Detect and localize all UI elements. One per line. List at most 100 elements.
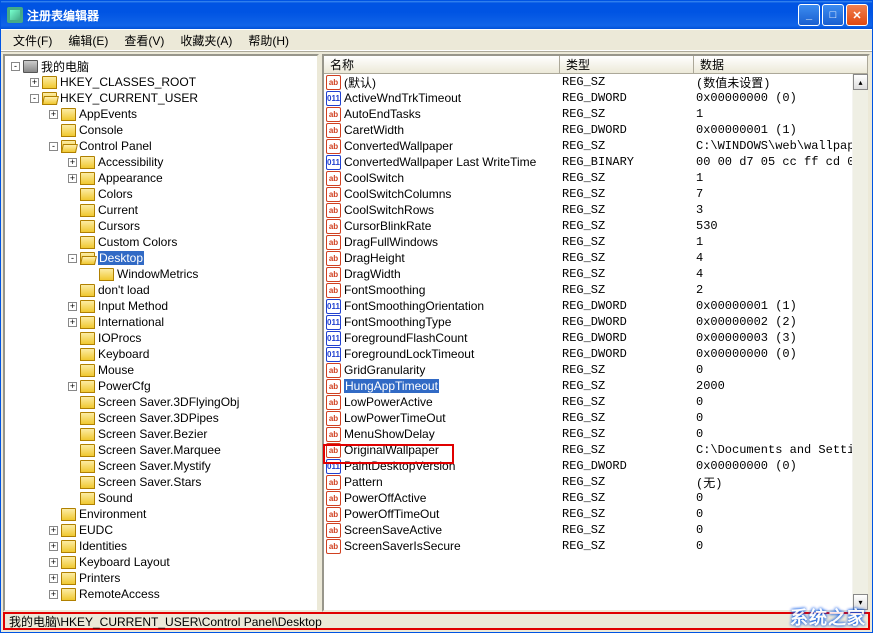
minimize-button[interactable]: _ — [798, 4, 820, 26]
value-row[interactable]: abPatternREG_SZ(无) — [324, 474, 852, 490]
tree-node-HKEY-CLASSES-ROOT[interactable]: +HKEY_CLASSES_ROOT — [5, 74, 317, 90]
tree-node-PowerCfg[interactable]: +PowerCfg — [5, 378, 317, 394]
tree-node-AppEvents[interactable]: +AppEvents — [5, 106, 317, 122]
value-row[interactable]: abLowPowerActiveREG_SZ0 — [324, 394, 852, 410]
tree-node-Mouse[interactable]: Mouse — [5, 362, 317, 378]
tree-node-WindowMetrics[interactable]: WindowMetrics — [5, 266, 317, 282]
value-row[interactable]: 011FontSmoothingOrientationREG_DWORD0x00… — [324, 298, 852, 314]
tree-node-Current[interactable]: Current — [5, 202, 317, 218]
value-row[interactable]: abCoolSwitchRowsREG_SZ3 — [324, 202, 852, 218]
tree-label: Sound — [98, 491, 133, 505]
value-row[interactable]: abCoolSwitchColumnsREG_SZ7 — [324, 186, 852, 202]
expand-icon[interactable]: + — [49, 526, 58, 535]
value-row[interactable]: abHungAppTimeoutREG_SZ2000 — [324, 378, 852, 394]
value-row[interactable]: abPowerOffActiveREG_SZ0 — [324, 490, 852, 506]
tree-node-Screen-Saver-3DPipes[interactable]: Screen Saver.3DPipes — [5, 410, 317, 426]
value-row[interactable]: 011FontSmoothingTypeREG_DWORD0x00000002 … — [324, 314, 852, 330]
value-data: 3 — [694, 203, 852, 217]
scrollbar-vertical[interactable]: ▴ ▾ — [852, 74, 868, 610]
col-type[interactable]: 类型 — [560, 56, 694, 73]
tree-node-Identities[interactable]: +Identities — [5, 538, 317, 554]
expand-icon[interactable]: + — [49, 558, 58, 567]
value-row[interactable]: 011ActiveWndTrkTimeoutREG_DWORD0x0000000… — [324, 90, 852, 106]
scroll-track[interactable] — [853, 90, 868, 594]
value-row[interactable]: 011ConvertedWallpaper Last WriteTimeREG_… — [324, 154, 852, 170]
scroll-up-button[interactable]: ▴ — [853, 74, 868, 90]
value-row[interactable]: abGridGranularityREG_SZ0 — [324, 362, 852, 378]
tree-node-Printers[interactable]: +Printers — [5, 570, 317, 586]
tree-node-Accessibility[interactable]: +Accessibility — [5, 154, 317, 170]
expand-icon[interactable]: + — [49, 542, 58, 551]
value-row[interactable]: abScreenSaveActiveREG_SZ0 — [324, 522, 852, 538]
tree-node-Environment[interactable]: Environment — [5, 506, 317, 522]
menu-文件(F)[interactable]: 文件(F) — [5, 30, 60, 51]
maximize-button[interactable]: □ — [822, 4, 844, 26]
tree-node-----[interactable]: -我的电脑 — [5, 58, 317, 74]
value-row[interactable]: abDragWidthREG_SZ4 — [324, 266, 852, 282]
expand-icon[interactable]: + — [68, 382, 77, 391]
tree-node-Screen-Saver-Marquee[interactable]: Screen Saver.Marquee — [5, 442, 317, 458]
tree-node-Screen-Saver-Bezier[interactable]: Screen Saver.Bezier — [5, 426, 317, 442]
value-row[interactable]: ab(默认)REG_SZ(数值未设置) — [324, 74, 852, 90]
tree-node-Keyboard-Layout[interactable]: +Keyboard Layout — [5, 554, 317, 570]
tree-node-Screen-Saver-3DFlyingObj[interactable]: Screen Saver.3DFlyingObj — [5, 394, 317, 410]
titlebar[interactable]: 注册表编辑器 _ □ ✕ — [1, 1, 872, 29]
tree-node-HKEY-CURRENT-USER[interactable]: -HKEY_CURRENT_USER — [5, 90, 317, 106]
collapse-icon[interactable]: - — [68, 254, 77, 263]
tree-node-don-t-load[interactable]: don't load — [5, 282, 317, 298]
value-row[interactable]: abAutoEndTasksREG_SZ1 — [324, 106, 852, 122]
tree-node-Cursors[interactable]: Cursors — [5, 218, 317, 234]
col-data[interactable]: 数据 — [694, 56, 868, 73]
expand-icon[interactable]: + — [68, 318, 77, 327]
value-row[interactable]: abDragFullWindowsREG_SZ1 — [324, 234, 852, 250]
tree-node-Keyboard[interactable]: Keyboard — [5, 346, 317, 362]
tree-label: Screen Saver.Bezier — [98, 427, 207, 441]
value-row[interactable]: abCursorBlinkRateREG_SZ530 — [324, 218, 852, 234]
value-row[interactable]: abConvertedWallpaperREG_SZC:\WINDOWS\web… — [324, 138, 852, 154]
expand-icon[interactable]: + — [49, 590, 58, 599]
tree-node-Appearance[interactable]: +Appearance — [5, 170, 317, 186]
value-row[interactable]: abScreenSaverIsSecureREG_SZ0 — [324, 538, 852, 554]
collapse-icon[interactable]: - — [49, 142, 58, 151]
value-row[interactable]: 011ForegroundFlashCountREG_DWORD0x000000… — [324, 330, 852, 346]
tree-node-Control-Panel[interactable]: -Control Panel — [5, 138, 317, 154]
value-row[interactable]: abCaretWidthREG_DWORD0x00000001 (1) — [324, 122, 852, 138]
menu-收藏夹(A)[interactable]: 收藏夹(A) — [172, 30, 240, 51]
tree-node-International[interactable]: +International — [5, 314, 317, 330]
expand-icon[interactable]: + — [68, 158, 77, 167]
value-row[interactable]: abDragHeightREG_SZ4 — [324, 250, 852, 266]
value-row[interactable]: abOriginalWallpaperREG_SZC:\Documents an… — [324, 442, 852, 458]
tree-pane[interactable]: -我的电脑+HKEY_CLASSES_ROOT-HKEY_CURRENT_USE… — [3, 54, 319, 612]
expand-icon[interactable]: + — [49, 574, 58, 583]
collapse-icon[interactable]: - — [30, 94, 39, 103]
tree-node-Screen-Saver-Stars[interactable]: Screen Saver.Stars — [5, 474, 317, 490]
expand-icon[interactable]: + — [30, 78, 39, 87]
close-button[interactable]: ✕ — [846, 4, 868, 26]
menu-查看(V)[interactable]: 查看(V) — [116, 30, 172, 51]
tree-node-Console[interactable]: Console — [5, 122, 317, 138]
value-row[interactable]: 011ForegroundLockTimeoutREG_DWORD0x00000… — [324, 346, 852, 362]
tree-node-Custom-Colors[interactable]: Custom Colors — [5, 234, 317, 250]
list-body[interactable]: ab(默认)REG_SZ(数值未设置)011ActiveWndTrkTimeou… — [324, 74, 852, 554]
value-row[interactable]: 011PaintDesktopVersionREG_DWORD0x0000000… — [324, 458, 852, 474]
tree-node-Colors[interactable]: Colors — [5, 186, 317, 202]
value-row[interactable]: abCoolSwitchREG_SZ1 — [324, 170, 852, 186]
expand-icon[interactable]: + — [49, 110, 58, 119]
tree-node-Desktop[interactable]: -Desktop — [5, 250, 317, 266]
value-row[interactable]: abFontSmoothingREG_SZ2 — [324, 282, 852, 298]
tree-node-Sound[interactable]: Sound — [5, 490, 317, 506]
value-row[interactable]: abPowerOffTimeOutREG_SZ0 — [324, 506, 852, 522]
tree-node-Screen-Saver-Mystify[interactable]: Screen Saver.Mystify — [5, 458, 317, 474]
expand-icon[interactable]: + — [68, 302, 77, 311]
tree-node-IOProcs[interactable]: IOProcs — [5, 330, 317, 346]
tree-node-EUDC[interactable]: +EUDC — [5, 522, 317, 538]
menu-帮助(H)[interactable]: 帮助(H) — [240, 30, 297, 51]
value-row[interactable]: abMenuShowDelayREG_SZ0 — [324, 426, 852, 442]
expand-icon[interactable]: + — [68, 174, 77, 183]
value-row[interactable]: abLowPowerTimeOutREG_SZ0 — [324, 410, 852, 426]
col-name[interactable]: 名称 — [324, 56, 560, 73]
collapse-icon[interactable]: - — [11, 62, 20, 71]
tree-node-RemoteAccess[interactable]: +RemoteAccess — [5, 586, 317, 602]
tree-node-Input-Method[interactable]: +Input Method — [5, 298, 317, 314]
menu-编辑(E)[interactable]: 编辑(E) — [60, 30, 116, 51]
